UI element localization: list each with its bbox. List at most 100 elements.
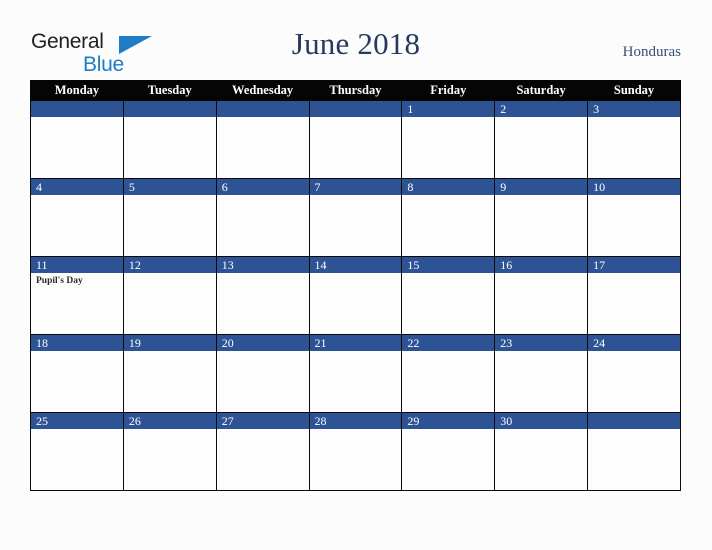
calendar-day-cell[interactable]: 2 [494, 100, 589, 179]
day-number: 13 [216, 257, 309, 273]
calendar-day-cell[interactable]: 10 [587, 178, 681, 257]
calendar-day-cell[interactable]: 25 [30, 412, 124, 491]
day-cell-inner: 12 [123, 257, 216, 334]
day-cell-inner: 2 [495, 101, 588, 178]
calendar-day-cell[interactable] [308, 100, 403, 179]
calendar-page: General Blue June 2018 Honduras Monday T… [0, 0, 712, 550]
day-events [588, 117, 680, 120]
calendar-day-cell[interactable]: 30 [494, 412, 589, 491]
day-number: 24 [588, 335, 680, 351]
day-number [123, 101, 216, 117]
page-title: June 2018 [291, 26, 421, 61]
day-events [402, 429, 494, 432]
day-number: 28 [309, 413, 402, 429]
day-number: 5 [123, 179, 216, 195]
calendar-day-cell[interactable]: 4 [30, 178, 124, 257]
calendar-body: 1 2 3 4 5 6 7 8 9 10 11 Pupil's Day 12 13 14 15 16 17 18 19… [30, 100, 681, 491]
day-events [124, 429, 216, 432]
calendar-week-row: 25 26 27 28 29 30 [30, 412, 681, 491]
day-events [310, 195, 402, 198]
calendar-header-row: Monday Tuesday Wednesday Thursday Friday… [30, 80, 681, 101]
day-number: 16 [495, 257, 588, 273]
day-number: 2 [495, 101, 588, 117]
day-events [310, 117, 402, 120]
day-cell-inner: 21 [309, 335, 402, 412]
day-number: 15 [402, 257, 495, 273]
day-cell-inner: 17 [588, 257, 680, 334]
day-cell-inner [123, 101, 216, 178]
day-number: 11 [31, 257, 123, 273]
calendar-day-cell[interactable]: 8 [401, 178, 496, 257]
calendar-day-cell[interactable]: 11 Pupil's Day [30, 256, 124, 335]
calendar-day-cell[interactable]: 28 [308, 412, 403, 491]
calendar-day-cell[interactable]: 1 [401, 100, 496, 179]
day-cell-inner [588, 413, 680, 490]
day-events [310, 273, 402, 276]
calendar-day-cell[interactable]: 17 [587, 256, 681, 335]
day-cell-inner: 19 [123, 335, 216, 412]
day-events [588, 351, 680, 354]
calendar-day-cell[interactable]: 18 [30, 334, 124, 413]
calendar-day-cell[interactable]: 29 [401, 412, 496, 491]
day-number: 3 [588, 101, 680, 117]
calendar-day-cell[interactable]: 26 [122, 412, 217, 491]
day-cell-inner [216, 101, 309, 178]
calendar-day-cell[interactable]: 20 [215, 334, 310, 413]
day-events [217, 273, 309, 276]
holiday-label: Pupil's Day [36, 276, 83, 286]
day-cell-inner: 15 [402, 257, 495, 334]
calendar-day-cell[interactable]: 12 [122, 256, 217, 335]
day-number: 9 [495, 179, 588, 195]
day-cell-inner: 8 [402, 179, 495, 256]
calendar-day-cell[interactable]: 3 [587, 100, 681, 179]
calendar-week-row: 4 5 6 7 8 9 10 [30, 178, 681, 257]
day-events [495, 273, 587, 276]
calendar-day-cell[interactable]: 7 [308, 178, 403, 257]
day-cell-inner: 5 [123, 179, 216, 256]
calendar-day-cell[interactable]: 16 [494, 256, 589, 335]
day-number [31, 101, 123, 117]
calendar-day-cell[interactable]: 6 [215, 178, 310, 257]
calendar-day-cell[interactable]: 27 [215, 412, 310, 491]
calendar-day-cell[interactable]: 22 [401, 334, 496, 413]
day-cell-inner [31, 101, 123, 178]
day-events [310, 429, 402, 432]
day-events [217, 429, 309, 432]
day-number: 25 [31, 413, 123, 429]
calendar-day-cell[interactable]: 15 [401, 256, 496, 335]
day-number: 30 [495, 413, 588, 429]
calendar-day-cell[interactable]: 9 [494, 178, 589, 257]
calendar-day-cell[interactable]: 13 [215, 256, 310, 335]
day-number: 7 [309, 179, 402, 195]
calendar-day-cell[interactable] [215, 100, 310, 179]
calendar-day-cell[interactable]: 23 [494, 334, 589, 413]
day-events [124, 351, 216, 354]
day-cell-inner: 23 [495, 335, 588, 412]
day-cell-inner: 20 [216, 335, 309, 412]
calendar-day-cell[interactable] [587, 412, 681, 491]
calendar-day-cell[interactable] [30, 100, 124, 179]
day-events [31, 117, 123, 120]
day-events [495, 117, 587, 120]
weekday-header-tuesday: Tuesday [122, 80, 217, 101]
calendar-day-cell[interactable] [122, 100, 217, 179]
day-number [216, 101, 309, 117]
calendar-day-cell[interactable]: 24 [587, 334, 681, 413]
page-header: General Blue June 2018 Honduras [0, 0, 712, 78]
day-events [588, 429, 680, 432]
calendar-day-cell[interactable]: 21 [308, 334, 403, 413]
day-number: 27 [216, 413, 309, 429]
day-cell-inner: 3 [588, 101, 680, 178]
calendar-day-cell[interactable]: 14 [308, 256, 403, 335]
day-number: 1 [402, 101, 495, 117]
day-events [31, 351, 123, 354]
day-number: 29 [402, 413, 495, 429]
day-cell-inner: 11 Pupil's Day [31, 257, 123, 334]
day-events [124, 273, 216, 276]
day-events [495, 351, 587, 354]
weekday-header-sunday: Sunday [587, 80, 681, 101]
day-cell-inner: 30 [495, 413, 588, 490]
calendar-day-cell[interactable]: 5 [122, 178, 217, 257]
day-number: 26 [123, 413, 216, 429]
calendar-day-cell[interactable]: 19 [122, 334, 217, 413]
